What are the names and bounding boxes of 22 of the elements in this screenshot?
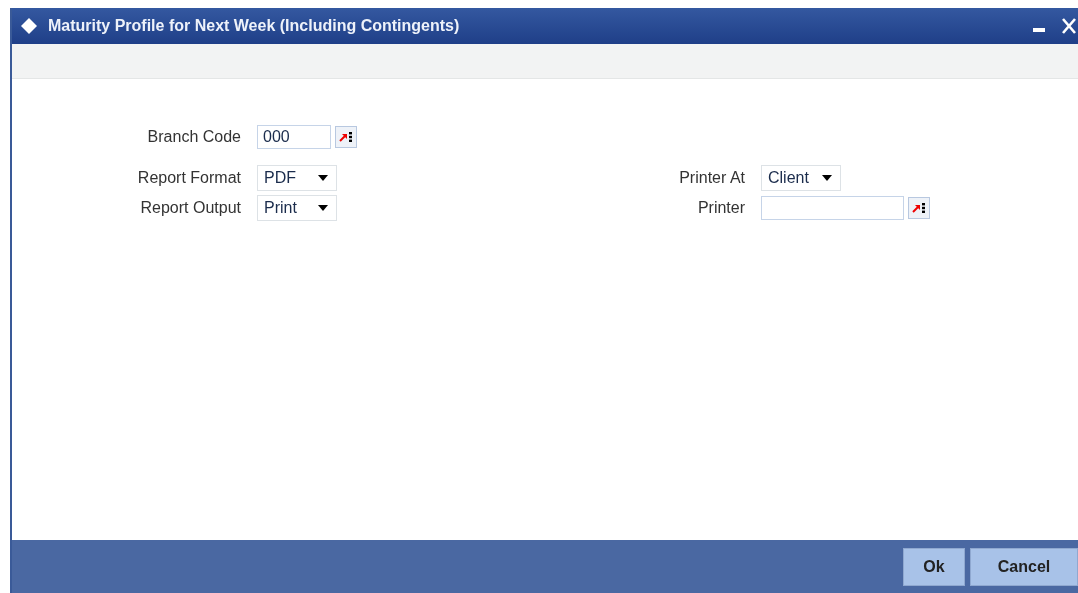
caret-icon [822,175,832,181]
dropdown[interactable]: PDF [257,165,337,191]
arrow-list-icon [912,202,926,214]
arrow-list-icon [339,131,353,143]
lookup-button[interactable] [335,126,357,148]
dialog-button[interactable]: Cancel [970,547,1078,586]
field-label: Branch Code [146,128,241,146]
dropdown[interactable]: Client [761,165,841,191]
dialog-button[interactable]: Ok [903,547,965,586]
field-label: Printer [696,199,745,217]
input-field[interactable] [761,196,904,220]
close-icon[interactable] [1062,18,1076,34]
window-title: Maturity Profile for Next Week (Including Contingents) [48,17,460,35]
caret-icon [318,205,328,211]
lookup-button[interactable] [908,197,930,219]
diamond-icon [20,17,38,35]
dropdown[interactable]: Print [257,195,337,221]
field-label: Printer At [678,169,745,187]
field-label: Report Output [139,199,241,217]
input-field[interactable]: 000 [257,125,331,149]
field-label: Report Format [136,169,241,187]
caret-icon [318,175,328,181]
